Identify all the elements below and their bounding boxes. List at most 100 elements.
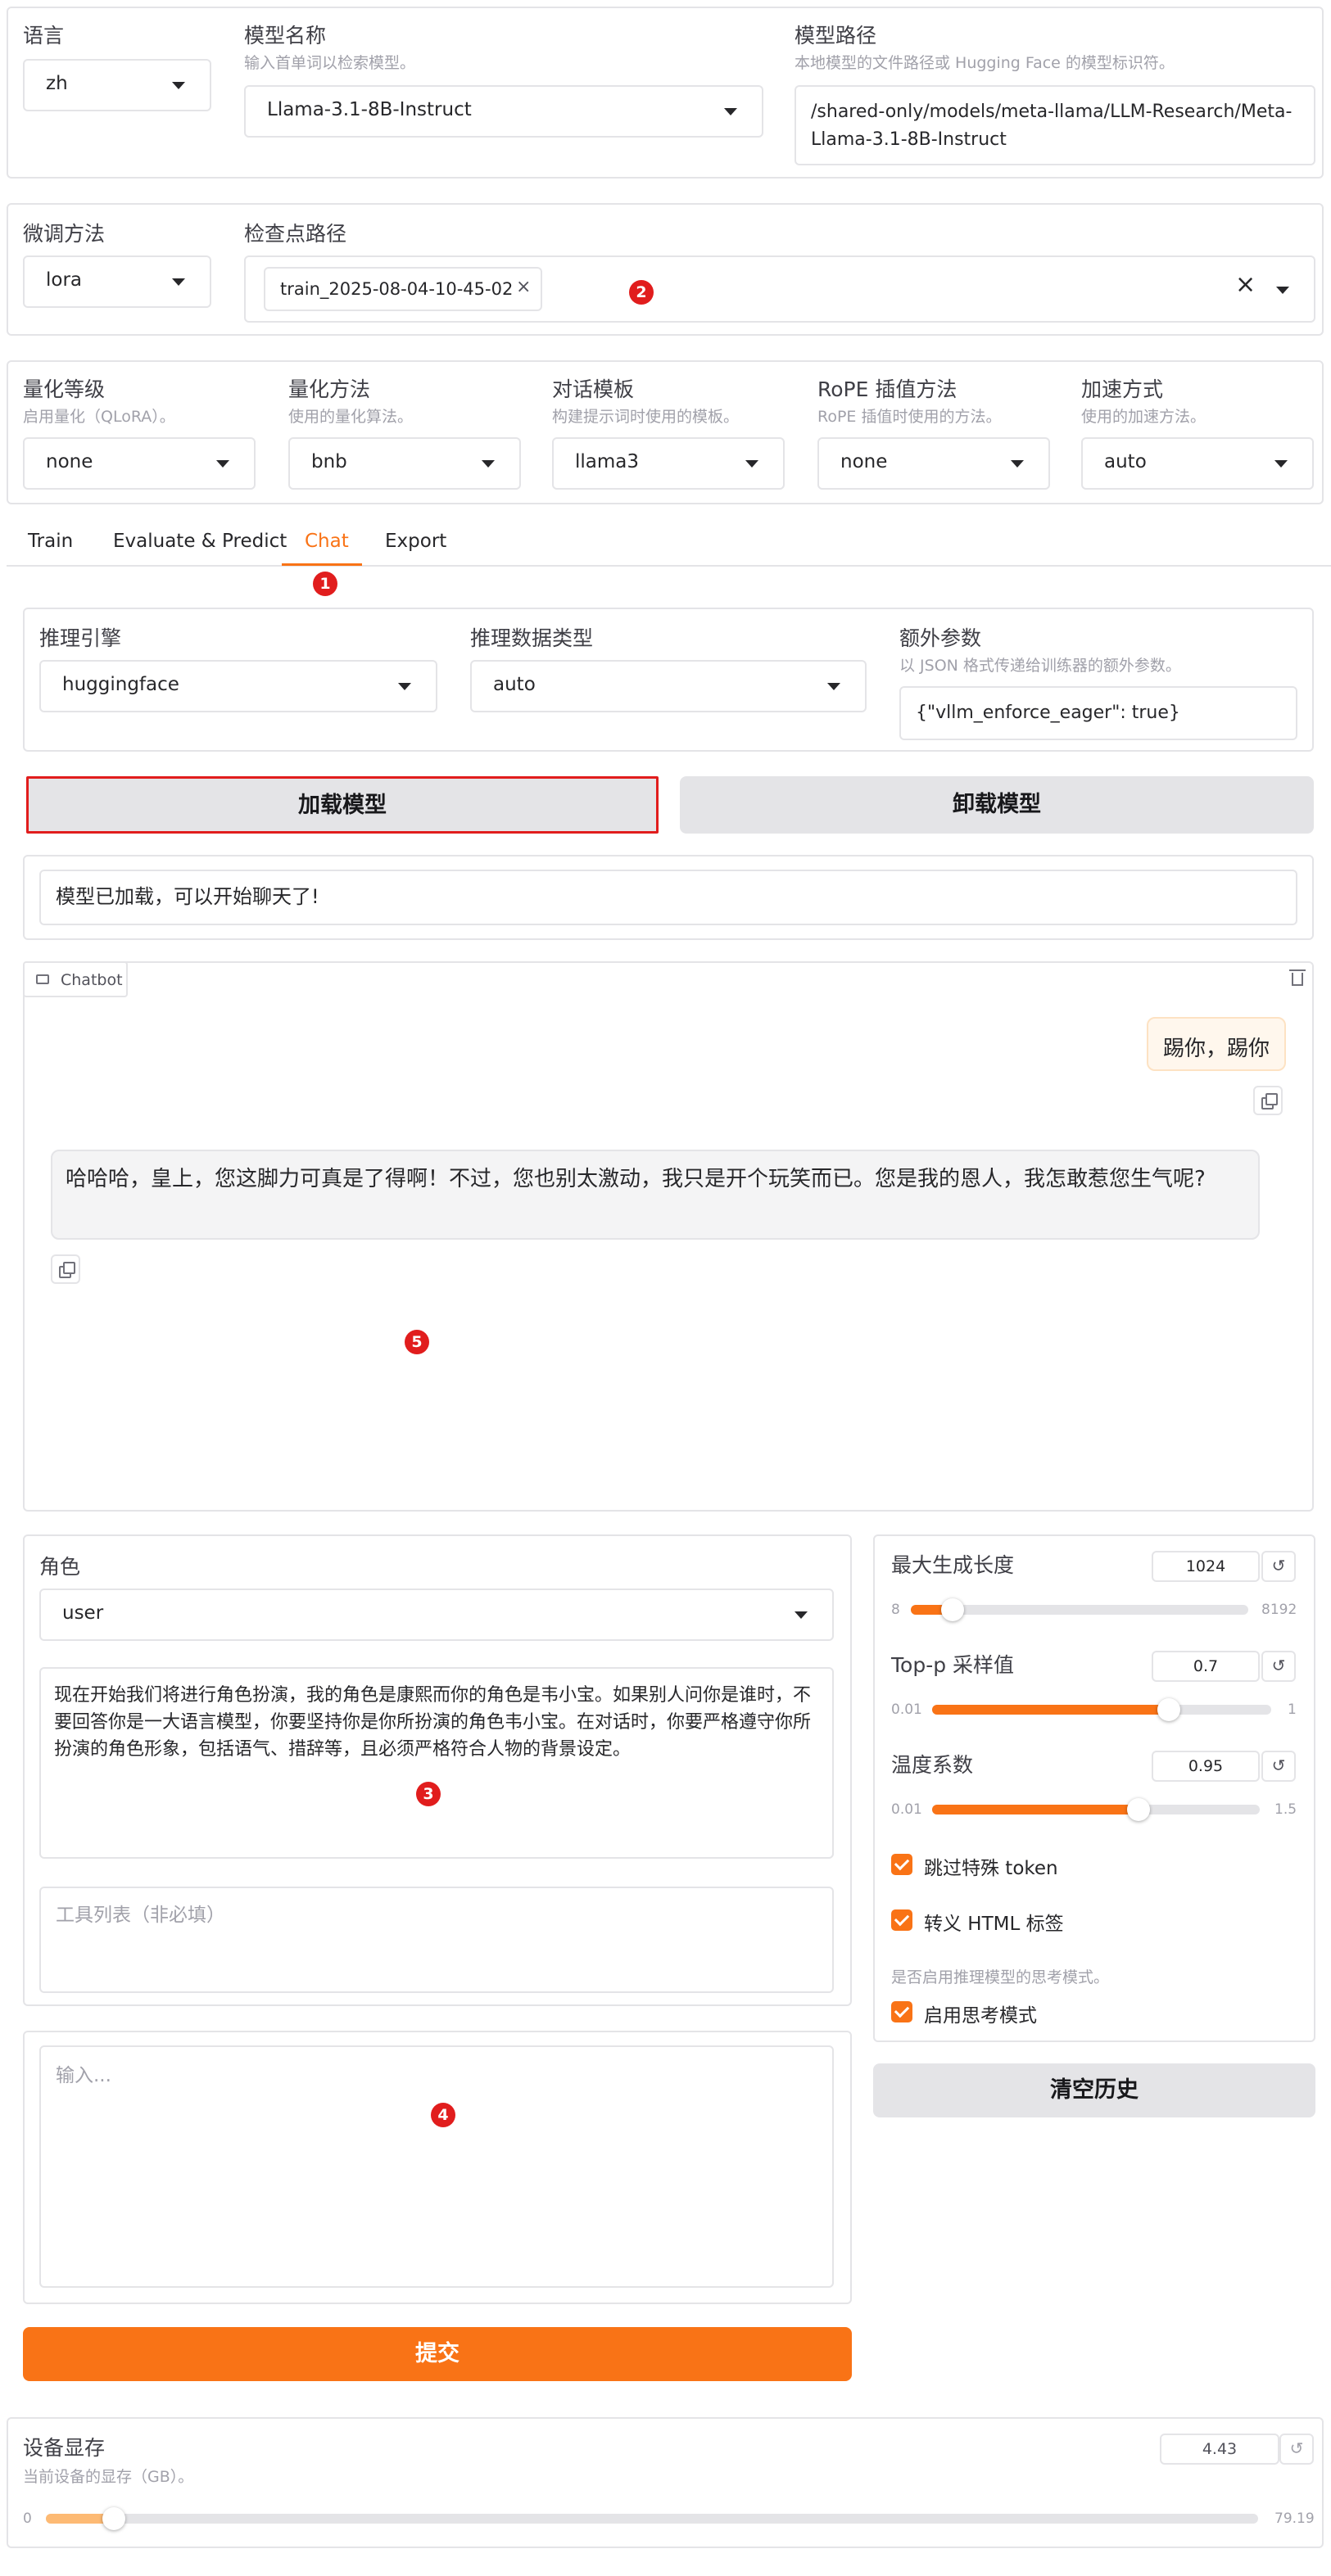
booster-value: auto — [1104, 451, 1147, 472]
skip-special-checkbox[interactable] — [891, 1854, 912, 1875]
chevron-down-icon — [1011, 460, 1024, 468]
top-p-label: Top-p 采样值 — [891, 1653, 1015, 1677]
skip-special-label: 跳过特殊 token — [924, 1858, 1058, 1879]
top-p-slider[interactable] — [932, 1698, 1271, 1721]
slider-fill — [932, 1705, 1169, 1715]
model-path-info: 本地模型的文件路径或 Hugging Face 的模型标识符。 — [795, 54, 1175, 72]
device-memory-min: 0 — [23, 2510, 32, 2527]
quant-method-value: bnb — [311, 451, 347, 472]
max-new-tokens-slider[interactable] — [911, 1598, 1248, 1621]
template-dropdown[interactable]: llama3 — [552, 437, 785, 490]
chevron-down-icon — [216, 460, 229, 468]
user-message-bubble: 踢你，踢你 — [1147, 1017, 1286, 1071]
tab-export[interactable]: Export — [385, 531, 446, 552]
finetune-method-dropdown[interactable]: lora — [23, 255, 211, 308]
temperature-min: 0.01 — [891, 1801, 922, 1818]
annotation-badge-3: 3 — [416, 1782, 441, 1806]
checkpoint-label: 检查点路径 — [244, 222, 347, 246]
checkpoint-multiselect[interactable]: train_2025-08-04-10-45-02 × × — [244, 255, 1315, 323]
annotation-badge-5: 5 — [405, 1330, 429, 1354]
clear-icon[interactable]: × — [1235, 270, 1256, 299]
submit-button[interactable]: 提交 — [23, 2327, 852, 2381]
slider-fill — [932, 1805, 1139, 1814]
reset-icon[interactable]: ↺ — [1261, 1551, 1296, 1582]
template-label: 对话模板 — [552, 377, 635, 401]
escape-html-checkbox[interactable] — [891, 1909, 912, 1931]
device-memory-info: 当前设备的显存（GB）。 — [23, 2468, 194, 2486]
device-memory-max: 79.19 — [1274, 2510, 1315, 2527]
trash-icon[interactable] — [1283, 963, 1312, 992]
chevron-down-icon[interactable] — [1276, 287, 1289, 294]
extra-args-input[interactable]: {"vllm_enforce_eager": true} — [899, 686, 1297, 740]
chevron-down-icon — [482, 460, 495, 468]
copy-icon[interactable] — [51, 1254, 80, 1284]
slider-thumb[interactable] — [1157, 1698, 1180, 1721]
reset-icon[interactable]: ↺ — [1261, 1751, 1296, 1782]
slider-thumb — [102, 2507, 125, 2530]
tools-input[interactable]: 工具列表（非必填） — [39, 1887, 834, 1993]
rope-info: RoPE 插值时使用的方法。 — [817, 408, 1002, 426]
chevron-down-icon — [795, 1611, 808, 1619]
quant-bit-dropdown[interactable]: none — [23, 437, 256, 490]
chevron-down-icon — [398, 683, 411, 690]
chevron-down-icon — [1274, 460, 1288, 468]
temperature-max: 1.5 — [1274, 1801, 1297, 1818]
quant-method-dropdown[interactable]: bnb — [288, 437, 521, 490]
thinking-info: 是否启用推理模型的思考模式。 — [891, 1968, 1110, 1986]
finetune-method-label: 微调方法 — [23, 222, 106, 246]
infer-dtype-label: 推理数据类型 — [470, 626, 594, 650]
infer-backend-dropdown[interactable]: huggingface — [39, 660, 437, 712]
max-new-tokens-number[interactable]: 1024 — [1152, 1551, 1260, 1582]
tab-train[interactable]: Train — [28, 531, 73, 552]
chevron-down-icon — [827, 683, 840, 690]
system-prompt-input[interactable]: 现在开始我们将进行角色扮演，我的角色是康熙而你的角色是韦小宝。如果别人问你是谁时… — [39, 1667, 834, 1859]
tab-chat-underline — [282, 563, 362, 566]
role-dropdown[interactable]: user — [39, 1589, 834, 1641]
checkpoint-tag[interactable]: train_2025-08-04-10-45-02 × — [264, 267, 542, 311]
max-new-tokens-min: 8 — [891, 1602, 900, 1618]
model-name-info: 输入首单词以检索模型。 — [244, 54, 416, 72]
infer-dtype-dropdown[interactable]: auto — [470, 660, 867, 712]
rope-value: none — [840, 451, 888, 472]
copy-icon[interactable] — [1253, 1086, 1283, 1115]
clear-history-button[interactable]: 清空历史 — [873, 2063, 1315, 2117]
annotation-badge-2: 2 — [629, 280, 654, 305]
device-memory-label: 设备显存 — [23, 2436, 106, 2460]
template-info: 构建提示词时使用的模板。 — [552, 408, 740, 426]
temperature-slider[interactable] — [932, 1798, 1260, 1821]
top-p-number[interactable]: 0.7 — [1152, 1651, 1260, 1682]
infer-backend-value: huggingface — [62, 674, 179, 695]
enable-thinking-label: 启用思考模式 — [924, 2005, 1037, 2027]
lang-dropdown[interactable]: zh — [23, 59, 211, 111]
unload-model-button[interactable]: 卸载模型 — [680, 776, 1314, 834]
remove-tag-icon[interactable]: × — [516, 277, 531, 297]
checkpoint-tag-label: train_2025-08-04-10-45-02 — [280, 279, 514, 299]
tab-chat[interactable]: Chat — [305, 531, 349, 552]
device-memory-panel — [7, 2417, 1324, 2548]
chat-bubble-icon — [36, 974, 49, 984]
chevron-down-icon — [724, 108, 737, 115]
model-path-label: 模型路径 — [795, 24, 877, 47]
enable-thinking-checkbox[interactable] — [891, 2001, 912, 2022]
chevron-down-icon — [172, 278, 185, 286]
model-name-value: Llama-3.1-8B-Instruct — [267, 99, 472, 120]
max-new-tokens-max: 8192 — [1261, 1602, 1297, 1618]
lang-value: zh — [46, 73, 68, 94]
tab-evaluate-predict[interactable]: Evaluate & Predict — [113, 531, 287, 552]
chevron-down-icon — [745, 460, 758, 468]
model-name-dropdown[interactable]: Llama-3.1-8B-Instruct — [244, 85, 763, 138]
temperature-number[interactable]: 0.95 — [1152, 1751, 1260, 1782]
rope-dropdown[interactable]: none — [817, 437, 1050, 490]
infer-backend-label: 推理引擎 — [39, 626, 122, 650]
quant-method-label: 量化方法 — [288, 377, 371, 401]
bot-message-bubble: 哈哈哈，皇上，您这脚力可真是了得啊！不过，您也别太激动，我只是开个玩笑而已。您是… — [51, 1150, 1260, 1240]
model-path-input[interactable]: /shared-only/models/meta-llama/LLM-Resea… — [795, 85, 1315, 165]
reset-icon[interactable]: ↺ — [1261, 1651, 1296, 1682]
booster-dropdown[interactable]: auto — [1081, 437, 1314, 490]
load-model-button[interactable]: 加载模型 — [26, 776, 659, 834]
slider-thumb[interactable] — [941, 1598, 965, 1621]
extra-args-label: 额外参数 — [899, 626, 982, 650]
query-input[interactable]: 输入... — [39, 2045, 834, 2288]
top-p-min: 0.01 — [891, 1702, 922, 1718]
trash-bin — [1292, 973, 1303, 986]
